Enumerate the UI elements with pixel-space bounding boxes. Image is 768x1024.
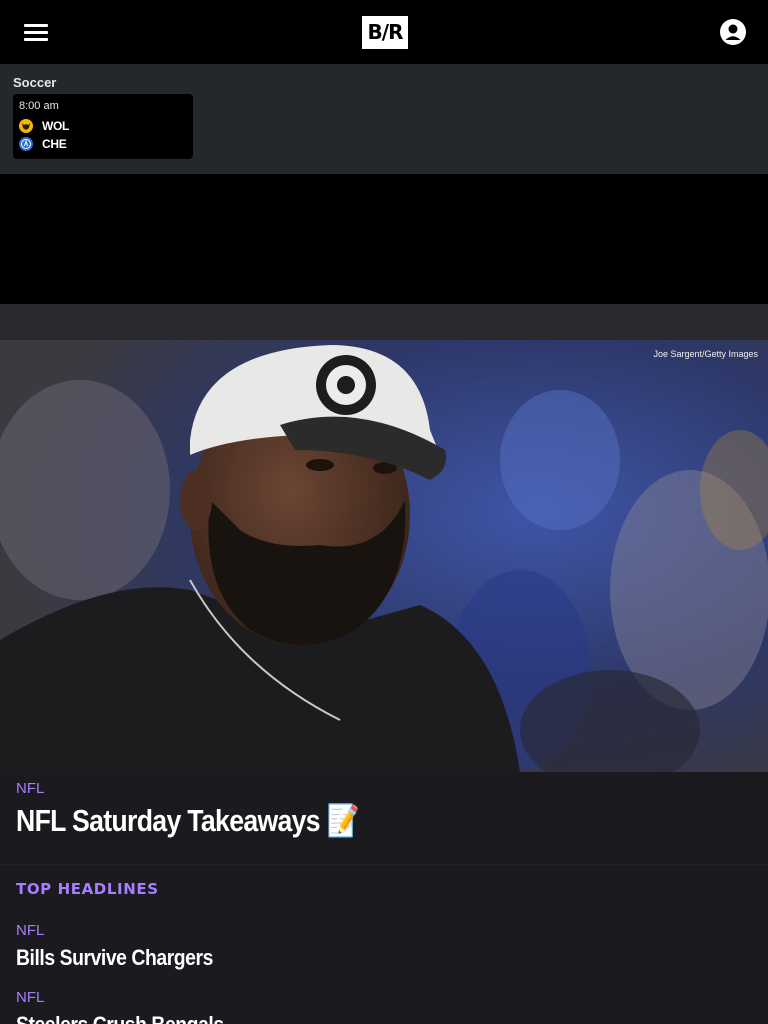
- headline-title[interactable]: Steelers Crush Bengals: [16, 1012, 664, 1024]
- br-logo[interactable]: B/R: [362, 16, 408, 49]
- ad-spacer: [0, 304, 768, 340]
- wolves-crest-icon: [19, 119, 33, 133]
- team-row: CHE: [19, 136, 67, 152]
- game-time: 8:00 am: [19, 100, 59, 112]
- top-headlines-heading: TOP HEADLINES: [16, 880, 159, 898]
- team-abbr: WOL: [42, 119, 70, 133]
- headline-tag[interactable]: NFL: [16, 989, 752, 1007]
- hero-photo-illustration: [0, 340, 768, 772]
- user-account-icon[interactable]: [720, 19, 746, 45]
- headline-title[interactable]: Bills Survive Chargers: [16, 945, 664, 971]
- game-score-card[interactable]: 8:00 am WOL CHE: [13, 94, 193, 159]
- team-row: WOL: [19, 118, 69, 134]
- ad-slot: [0, 174, 768, 304]
- team-abbr: CHE: [42, 137, 67, 151]
- headline-tag[interactable]: NFL: [16, 922, 752, 940]
- hero-image[interactable]: Joe Sargent/Getty Images: [0, 340, 768, 772]
- featured-story[interactable]: NFL NFL Saturday Takeaways 📝: [0, 772, 768, 864]
- headline-item[interactable]: NFL Steelers Crush Bengals: [16, 989, 752, 1024]
- chelsea-crest-icon: [19, 137, 33, 151]
- top-navigation-bar: B/R: [0, 0, 768, 64]
- featured-story-title[interactable]: NFL Saturday Takeaways 📝: [16, 802, 360, 839]
- scores-strip: Soccer 8:00 am WOL CHE: [0, 64, 768, 174]
- page: B/R Soccer 8:00 am WOL CHE Joe Sargent/G…: [0, 0, 768, 1024]
- headline-item[interactable]: NFL Bills Survive Chargers: [16, 922, 752, 971]
- hamburger-menu-icon[interactable]: [24, 22, 48, 42]
- featured-story-tag[interactable]: NFL: [16, 780, 44, 797]
- photo-credit: Joe Sargent/Getty Images: [653, 349, 758, 359]
- scores-section-label: Soccer: [13, 75, 57, 90]
- section-divider: [0, 864, 768, 865]
